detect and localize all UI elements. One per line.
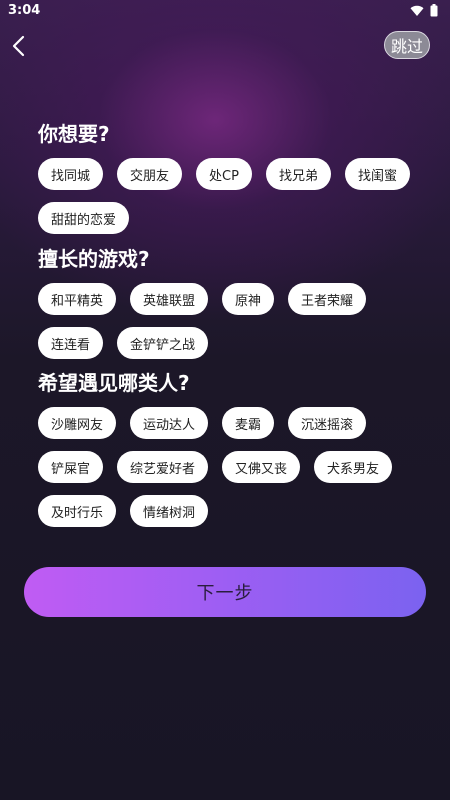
status-time: 3:04 xyxy=(8,3,41,18)
tag-chip[interactable]: 交朋友 xyxy=(117,158,183,190)
back-button[interactable] xyxy=(8,32,32,60)
back-arrow-icon xyxy=(12,35,25,57)
tag-chip[interactable]: 犬系男友 xyxy=(314,451,393,483)
tag-chip[interactable]: 运动达人 xyxy=(130,407,209,439)
skip-button[interactable]: 跳过 xyxy=(384,31,430,59)
next-step-button[interactable]: 下一步 xyxy=(24,567,426,617)
tag-chip[interactable]: 找同城 xyxy=(38,158,104,190)
tag-chip[interactable]: 综艺爱好者 xyxy=(117,451,209,483)
tag-chip[interactable]: 情绪树洞 xyxy=(130,495,209,527)
tag-chip[interactable]: 沉迷摇滚 xyxy=(288,407,367,439)
tag-chip[interactable]: 和平精英 xyxy=(38,283,117,315)
tag-chip[interactable]: 找兄弟 xyxy=(265,158,331,190)
tag-list: 找同城 交朋友 处CP 找兄弟 找闺蜜 甜甜的恋爱 xyxy=(38,158,418,234)
tag-chip[interactable]: 连连看 xyxy=(38,327,104,359)
section-title: 擅长的游戏? xyxy=(38,247,150,271)
tag-chip[interactable]: 找闺蜜 xyxy=(344,158,410,190)
tag-chip[interactable]: 英雄联盟 xyxy=(130,283,209,315)
tag-chip[interactable]: 麦霸 xyxy=(222,407,275,439)
status-bar: 3:04 xyxy=(0,0,450,22)
tag-chip[interactable]: 王者荣耀 xyxy=(288,283,367,315)
tag-chip[interactable]: 原神 xyxy=(222,283,275,315)
tag-chip[interactable]: 又佛又丧 xyxy=(222,451,301,483)
tag-chip[interactable]: 铲屎官 xyxy=(38,451,104,483)
section-games: 擅长的游戏? 和平精英 英雄联盟 原神 王者荣耀 连连看 金铲铲之战 xyxy=(38,247,418,359)
tag-chip[interactable]: 处CP xyxy=(196,158,252,190)
tag-chip[interactable]: 沙雕网友 xyxy=(38,407,117,439)
section-title: 希望遇见哪类人? xyxy=(38,371,190,395)
wifi-icon xyxy=(410,5,424,16)
status-icons xyxy=(410,4,438,17)
tag-chip[interactable]: 及时行乐 xyxy=(38,495,117,527)
tag-chip[interactable]: 甜甜的恋爱 xyxy=(38,202,130,234)
battery-icon xyxy=(430,4,438,17)
section-people: 希望遇见哪类人? 沙雕网友 运动达人 麦霸 沉迷摇滚 铲屎官 综艺爱好者 又佛又… xyxy=(38,371,418,527)
tag-chip[interactable]: 金铲铲之战 xyxy=(117,327,209,359)
section-want: 你想要? 找同城 交朋友 处CP 找兄弟 找闺蜜 甜甜的恋爱 xyxy=(38,122,418,234)
tag-list: 沙雕网友 运动达人 麦霸 沉迷摇滚 铲屎官 综艺爱好者 又佛又丧 犬系男友 及时… xyxy=(38,407,418,527)
tag-list: 和平精英 英雄联盟 原神 王者荣耀 连连看 金铲铲之战 xyxy=(38,283,418,359)
section-title: 你想要? xyxy=(38,122,110,146)
